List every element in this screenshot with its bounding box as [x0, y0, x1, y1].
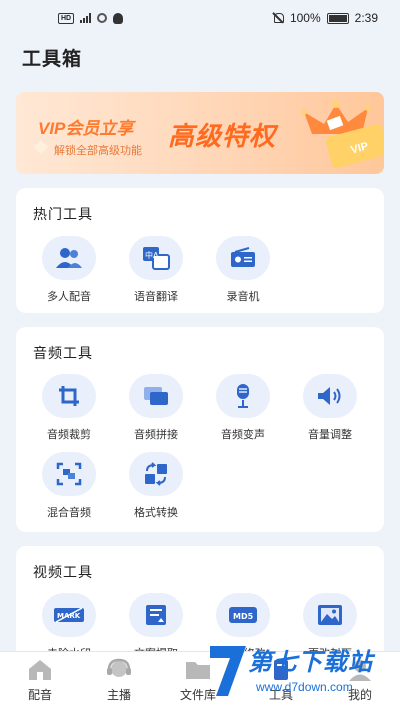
site-watermark: 第七下载站 www.d7down.com: [204, 636, 400, 711]
translate-glyph: 中A: [145, 250, 159, 260]
tool-label: 音频裁剪: [47, 429, 91, 441]
text-extract-icon: [129, 593, 183, 637]
tool-recorder[interactable]: 录音机: [208, 236, 278, 304]
battery-icon: [326, 12, 349, 24]
tool-format-convert[interactable]: 格式转换: [121, 452, 191, 520]
tool-label: 音频变声: [221, 429, 265, 441]
microphone-icon: [216, 374, 270, 418]
tool-label: 录音机: [226, 291, 260, 303]
md5-glyph: MD5: [233, 612, 254, 621]
nav-label: 主播: [106, 688, 131, 702]
tool-voice-translate[interactable]: 中A 语音翻译: [121, 236, 191, 304]
audio-tools-title: 音频工具: [33, 345, 93, 361]
network-badge: HD: [58, 12, 75, 24]
page-title: 工具箱: [22, 49, 83, 70]
nav-label: 配音: [27, 688, 52, 702]
tool-multi-dubbing[interactable]: 多人配音: [34, 236, 104, 304]
vip-subtitle: 解锁全部高级功能: [54, 145, 142, 157]
video-tools-title: 视频工具: [33, 564, 93, 580]
clock: 2:39: [354, 11, 378, 25]
crown-icon: VIP: [301, 100, 384, 168]
hot-tools-card: 热门工具 多人配音 中A 语音翻译 录音机: [16, 188, 384, 313]
tool-mix-audio[interactable]: 混合音频: [34, 452, 104, 520]
radio-icon: [216, 236, 270, 280]
crop-icon: [42, 374, 96, 418]
watermark-logo-icon: [210, 646, 246, 696]
app-notification-icon: [97, 13, 108, 23]
audio-tools-card: 音频工具 音频裁剪 音频拼接 音频变声 音量调整 混合音频 格式转换: [16, 327, 384, 532]
watermark-text: 第七下载站: [248, 649, 373, 676]
tool-audio-merge[interactable]: 音频拼接: [121, 374, 191, 442]
home-icon: [26, 658, 54, 682]
nav-anchor[interactable]: 主播: [94, 658, 144, 703]
convert-icon: [129, 452, 183, 496]
vip-highlight: 高级特权: [168, 121, 277, 151]
nav-dubbing[interactable]: 配音: [15, 658, 65, 703]
mute-icon: [272, 12, 284, 24]
tool-label: 语音翻译: [134, 291, 178, 303]
volume-icon: [303, 374, 357, 418]
tool-label: 音量调整: [308, 429, 352, 441]
tool-voice-change[interactable]: 音频变声: [208, 374, 278, 442]
mix-icon: [42, 452, 96, 496]
status-left: HD: [58, 12, 124, 24]
watermark-url: www.d7down.com: [256, 680, 353, 694]
tool-label: 混合音频: [47, 507, 91, 519]
merge-icon: [129, 374, 183, 418]
md5-icon: MD5: [216, 593, 270, 637]
tool-label: 多人配音: [47, 291, 91, 303]
tool-label: 格式转换: [134, 507, 178, 519]
hot-tools-title: 热门工具: [33, 206, 93, 222]
battery-percent: 100%: [289, 11, 321, 25]
signal-icon: [80, 13, 92, 23]
anchor-icon: [105, 658, 133, 682]
people-icon: [42, 236, 96, 280]
tool-label: 音频拼接: [134, 429, 178, 441]
tool-audio-crop[interactable]: 音频裁剪: [34, 374, 104, 442]
watermark-remove-icon: MARK: [42, 593, 96, 637]
image-icon: [303, 593, 357, 637]
vip-banner[interactable]: VIP会员立享 解锁全部高级功能 高级特权 VIP: [16, 92, 384, 174]
vip-title: VIP会员立享: [38, 119, 134, 138]
status-bar: HD 100% 2:39: [0, 0, 400, 36]
qq-icon: [113, 12, 124, 24]
status-right: 100% 2:39: [272, 11, 378, 25]
translate-icon: 中A: [129, 236, 183, 280]
sparkle-icon: [33, 139, 49, 155]
tool-volume-adjust[interactable]: 音量调整: [295, 374, 365, 442]
